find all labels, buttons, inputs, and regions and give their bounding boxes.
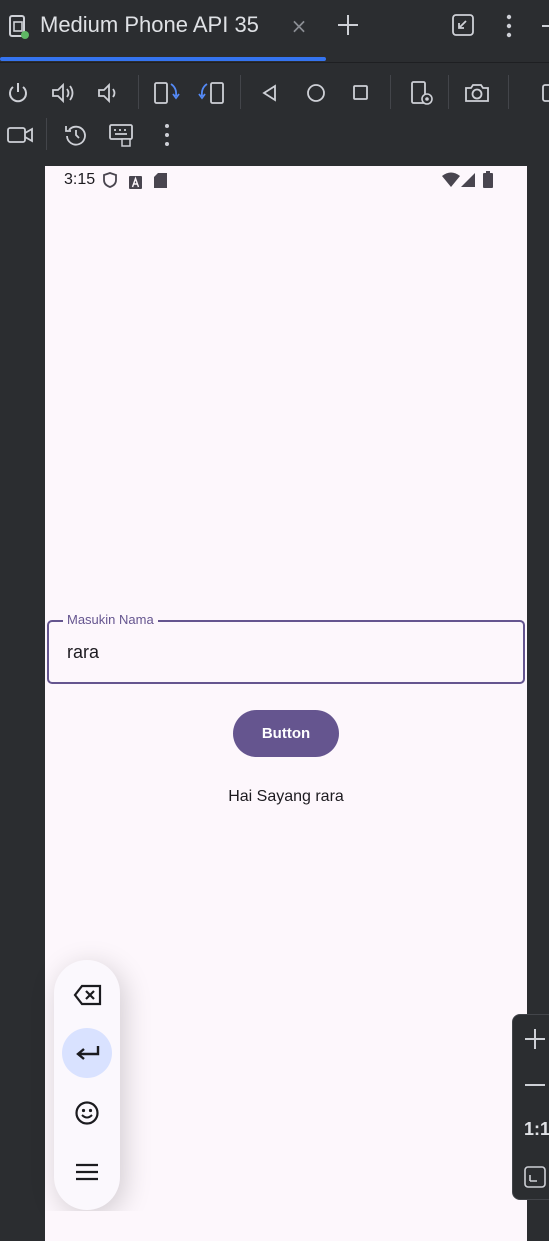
backspace-icon <box>73 984 103 1010</box>
reset-icon[interactable] <box>63 122 89 152</box>
emoji-icon <box>74 1100 100 1130</box>
enter-icon <box>75 1043 101 1067</box>
vpn-shield-icon <box>102 172 118 192</box>
status-time: 3:15 <box>64 171 96 188</box>
tab-title: Medium Phone API 35 <box>40 12 259 37</box>
backspace-button[interactable] <box>62 970 112 1020</box>
toolbar-separator <box>508 75 509 109</box>
zoom-out-icon[interactable] <box>523 1073 547 1101</box>
toolbar-separator <box>448 75 449 109</box>
wifi-icon <box>442 172 460 192</box>
volume-down-icon[interactable] <box>96 81 120 109</box>
tab-close-icon[interactable]: × <box>290 16 308 36</box>
zoom-controls: 1:1 <box>512 1014 549 1200</box>
device-bottom-edge <box>45 1211 527 1241</box>
tab-device[interactable]: Medium Phone API 35 × <box>0 0 326 62</box>
rotate-left-icon[interactable] <box>152 80 180 110</box>
collapse-icon[interactable] <box>451 13 475 41</box>
signal-icon <box>460 172 476 192</box>
emulator-toolbar-secondary <box>0 110 549 164</box>
name-input-value[interactable]: rara <box>67 642 99 663</box>
submit-button[interactable]: Button <box>233 710 339 757</box>
menu-icon <box>75 1162 99 1186</box>
keyboard-icon[interactable] <box>108 122 136 152</box>
power-icon[interactable] <box>6 81 30 109</box>
emoji-button[interactable] <box>62 1088 112 1138</box>
device-screen: 3:15 Masukin Nama rara Button Hai Sayang… <box>45 166 527 1226</box>
keyboard-floating-panel <box>54 960 120 1210</box>
toolbar-separator <box>240 75 241 109</box>
toolbar-separator <box>46 118 47 150</box>
menu-button[interactable] <box>62 1148 112 1198</box>
status-bar: 3:15 <box>45 166 527 194</box>
overview-icon[interactable] <box>352 84 370 106</box>
fit-screen-icon[interactable] <box>523 1165 547 1193</box>
sd-card-icon <box>154 173 167 192</box>
name-input-label: Masukin Nama <box>63 612 158 627</box>
record-icon[interactable] <box>6 124 34 150</box>
toolbar-separator <box>390 75 391 109</box>
name-input[interactable]: Masukin Nama rara <box>47 612 525 684</box>
home-icon[interactable] <box>305 82 327 108</box>
overflow-icon[interactable] <box>158 121 176 153</box>
battery-icon <box>483 171 493 192</box>
more-icon[interactable] <box>540 81 549 109</box>
enter-button[interactable] <box>62 1028 112 1078</box>
accessibility-a-icon <box>129 174 142 193</box>
volume-up-icon[interactable] <box>50 81 76 109</box>
camera-icon[interactable] <box>463 81 491 109</box>
add-tab-icon[interactable] <box>334 10 362 40</box>
greeting-text: Hai Sayang rara <box>228 788 344 805</box>
zoom-in-icon[interactable] <box>523 1027 547 1055</box>
back-icon[interactable] <box>260 83 280 107</box>
tab-options-icon[interactable] <box>499 12 519 44</box>
minimize-icon[interactable] <box>538 13 549 41</box>
running-device-icon <box>8 14 32 40</box>
zoom-ratio-label[interactable]: 1:1 <box>524 1119 549 1140</box>
toolbar-separator <box>138 75 139 109</box>
tab-bar: Medium Phone API 35 × <box>0 0 549 62</box>
tab-active-indicator <box>0 57 326 61</box>
rotate-right-icon[interactable] <box>198 80 226 110</box>
device-settings-icon[interactable] <box>409 80 435 112</box>
